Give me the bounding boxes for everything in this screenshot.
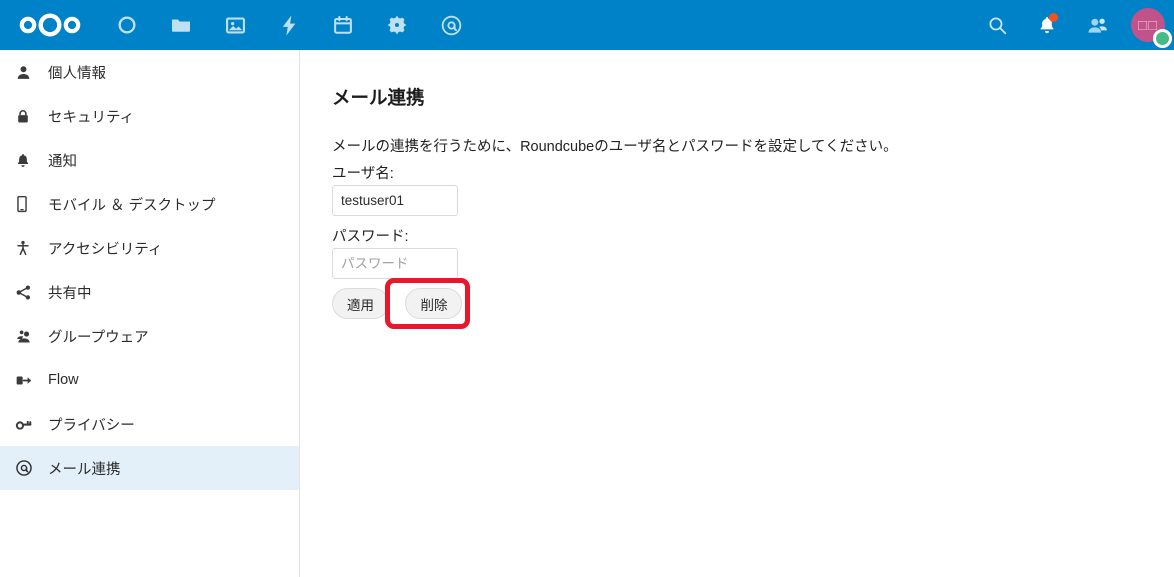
notifications-bell-icon[interactable] [1022,0,1072,50]
sidebar-item-personal-info[interactable]: 個人情報 [0,50,299,94]
mail-at-icon[interactable] [424,0,478,50]
settings-sidebar: 個人情報 セキュリティ 通知 モバイル ＆ デスクトップ アクセシビリティ 共有… [0,50,300,577]
photos-icon[interactable] [208,0,262,50]
sidebar-item-sharing[interactable]: 共有中 [0,270,299,314]
contacts-icon[interactable] [1072,0,1122,50]
form-button-row: 適用 削除 [332,288,463,319]
sidebar-item-security[interactable]: セキュリティ [0,94,299,138]
key-icon [12,402,44,446]
nextcloud-logo[interactable] [0,0,100,50]
dashboard-icon[interactable] [100,0,154,50]
header-right-controls: □□ [972,0,1174,50]
delete-button[interactable]: 削除 [405,288,463,319]
sidebar-item-label: Flow [48,372,79,388]
search-icon[interactable] [972,0,1022,50]
flow-arrow-icon [12,358,44,402]
username-input[interactable] [332,185,458,216]
sidebar-item-notifications[interactable]: 通知 [0,138,299,182]
notification-badge [1049,13,1058,22]
group-icon [12,314,44,358]
sidebar-item-label: 個人情報 [48,65,106,82]
top-header-bar: □□ [0,0,1174,50]
main-content: メール連携 メールの連携を行うために、Roundcubeのユーザ名とパスワードを… [300,50,1174,577]
accessibility-icon [12,226,44,270]
sidebar-item-groupware[interactable]: グループウェア [0,314,299,358]
apply-button[interactable]: 適用 [332,288,389,319]
calendar-icon[interactable] [316,0,370,50]
sidebar-item-label: グループウェア [48,329,149,346]
user-avatar[interactable]: □□ [1122,0,1174,50]
online-status-indicator [1153,29,1172,48]
at-icon [12,446,44,490]
page-description: メールの連携を行うために、Roundcubeのユーザ名とパスワードを設定してくだ… [332,139,898,155]
sidebar-item-label: モバイル ＆ デスクトップ [48,197,216,214]
person-icon [12,50,44,94]
page-title: メール連携 [332,87,425,108]
sidebar-item-label: 共有中 [48,285,92,302]
bell-icon [12,138,44,182]
app-navigation-icons [100,0,478,50]
sidebar-item-mobile-desktop[interactable]: モバイル ＆ デスクトップ [0,182,299,226]
sidebar-item-label: 通知 [48,153,77,170]
lock-icon [12,94,44,138]
username-label: ユーザ名: [332,166,394,182]
files-icon[interactable] [154,0,208,50]
sidebar-item-label: メール連携 [48,461,121,478]
password-input[interactable] [332,248,458,279]
settings-gear-icon[interactable] [370,0,424,50]
smartphone-icon [12,182,44,226]
sidebar-item-label: プライバシー [48,417,135,434]
sidebar-item-privacy[interactable]: プライバシー [0,402,299,446]
sidebar-item-flow[interactable]: Flow [0,358,299,402]
sidebar-item-accessibility[interactable]: アクセシビリティ [0,226,299,270]
avatar-initials: □□ [1137,16,1159,34]
sidebar-item-label: セキュリティ [48,109,135,126]
activity-icon[interactable] [262,0,316,50]
share-icon [12,270,44,314]
password-label: パスワード: [332,229,409,245]
sidebar-item-mail-integration[interactable]: メール連携 [0,446,299,490]
sidebar-item-label: アクセシビリティ [48,241,163,258]
